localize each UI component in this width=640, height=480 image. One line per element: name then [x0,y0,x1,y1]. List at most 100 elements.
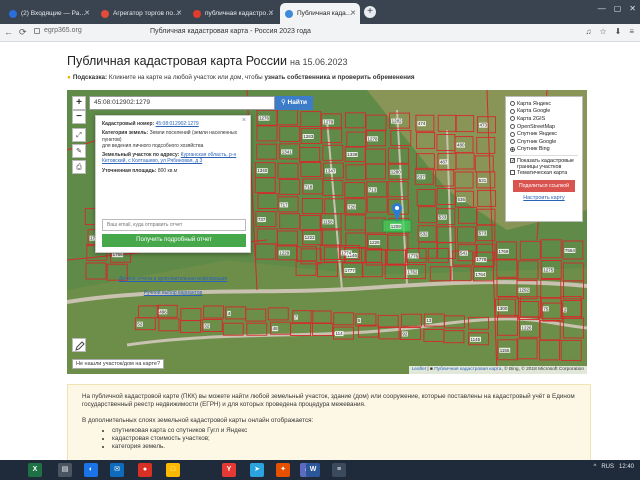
app-icon[interactable]: ● [138,463,152,477]
folder-icon[interactable]: □ [166,463,180,477]
mail-icon [9,9,17,18]
headphones-icon[interactable]: ♫ [585,27,591,36]
pencil-glyph [75,341,85,351]
parcel-number-label: 1769 [498,249,509,254]
parcel-number-label: 473 [480,123,488,128]
menu-icon[interactable]: ≡ [629,27,634,36]
area-row: Уточненная площадь: 800 кв.м [102,168,244,174]
pkk-link[interactable]: Публичная кадастровая карта [434,367,501,372]
window-controls: — ▢ ✕ [598,4,636,13]
parcel-number-label: 536 [458,197,466,202]
address-bar: ← ⟳ egrp365.org Публичная кадастровая ка… [0,24,640,42]
email-field[interactable] [102,219,246,231]
tab-rambler-mail[interactable]: (2) Входящие — Рамблер/ ✕ [4,3,94,24]
page-content: Публичная кадастровая карта России на 15.… [0,42,640,460]
tray-expand-icon[interactable]: ^ [593,464,596,470]
configure-map-link[interactable]: Настроить карту [510,195,578,201]
manual-select-link[interactable]: Ручной выбор вариантов [95,290,251,296]
checkbox-icon[interactable] [510,170,515,176]
print-button[interactable]: ⎙ [72,160,86,174]
url-field[interactable]: egrp365.org [34,27,82,34]
radio-selected-icon[interactable] [510,146,515,152]
excel-icon[interactable]: X [28,463,42,477]
close-icon[interactable]: ✕ [84,9,90,17]
reload-icon[interactable]: ⟳ [19,27,27,38]
map-attribution: Leaflet | ■ Публичная кадастровая карта,… [408,366,587,374]
address-page-title: Публичная кадастровая карта - Россия 202… [150,28,311,35]
pencil-shape [75,341,85,351]
telegram-icon[interactable]: ➤ [250,463,264,477]
layer-google-map[interactable]: Карта Google [510,108,578,116]
cadastral-search-input[interactable]: 45:08:012902:1279 [89,96,275,110]
search-button[interactable]: ⚲ Найти [275,96,313,110]
download-icon[interactable]: ⬇ [615,27,622,36]
radio-icon[interactable] [510,116,515,122]
tab-cadastral-search[interactable]: публичная кадастровая к ✕ [188,3,278,24]
close-window-icon[interactable]: ✕ [629,4,636,13]
checkbox-checked-icon[interactable]: ✓ [510,158,515,164]
layer-2gis-map[interactable]: Карта 2GIS [510,115,578,123]
parcel-number-label: 1764 [475,272,486,277]
bookmark-icon[interactable]: ☆ [599,27,606,36]
radio-icon[interactable] [510,101,515,107]
cadastral-map[interactable]: 1276 1279 1282 1283 1278 1341 1339 1340 1347 1280… [67,90,587,374]
word-icon[interactable]: W [306,463,320,477]
leaflet-link[interactable]: Leaflet [412,367,426,372]
url-text: egrp365.org [44,27,82,34]
layer-openstreetmap[interactable]: OpenStreetMap [510,123,578,131]
mail-icon[interactable]: ✉ [110,463,124,477]
radio-icon[interactable] [510,108,515,114]
page-title-text: Публичная кадастровая карта России [67,54,287,68]
minimize-icon[interactable]: — [598,4,606,13]
page-title-date: на 15.06.2023 [289,57,348,67]
tab-auction-aggregator[interactable]: Агрегатор торгов по бан ✕ [96,3,186,24]
close-icon[interactable]: ✕ [268,9,274,17]
show-boundaries-checkbox[interactable]: ✓ Показать кадастровые границы участков [510,158,578,170]
layer-yandex-map[interactable]: Карта Яндекс [510,100,578,108]
parcel-number-label: 1292 [519,288,530,293]
get-report-button[interactable]: Получить подробный отчет [102,234,246,247]
tab-label: Агрегатор торгов по бан [113,10,181,17]
parcel-number-label: 1762 [408,270,419,275]
layer-yandex-satellite[interactable]: Спутник Яндекс [510,130,578,138]
pencil-icon[interactable] [72,338,86,352]
tab-cadastral-map[interactable]: Публичная кадастровая ✕ [280,3,360,24]
close-icon[interactable]: ✕ [176,9,182,17]
radio-icon[interactable] [510,124,515,130]
back-icon[interactable]: ← [4,27,13,38]
zoom-in-button[interactable]: + [72,96,86,110]
parcel-number-label: 1155 [500,348,510,353]
fullscreen-button[interactable]: ⤢ [72,128,86,142]
files-icon[interactable]: ▤ [58,463,72,477]
parcel-number-label: 52 [137,322,143,327]
app-icon[interactable]: ✦ [276,463,290,477]
ruler-button[interactable]: ✎ [72,144,86,158]
parcel-number-label: 1283 [303,134,314,139]
edge-icon[interactable]: ◐ [84,463,98,477]
parcel-number-label: 533 [439,215,447,220]
close-icon[interactable]: × [242,117,246,124]
app-icon[interactable]: ≡ [332,463,346,477]
radio-icon[interactable] [510,139,515,145]
share-link-button[interactable]: Поделиться ссылкой [513,179,575,192]
new-tab-button[interactable]: + [364,6,376,18]
layer-google-satellite[interactable]: Спутник Google [510,138,578,146]
yandex-browser-icon[interactable]: Y [222,463,236,477]
report-details-link[interactable]: Детали отчета и дополнительная информаци… [95,276,251,282]
land-category-label: Категория земель: [102,130,149,137]
info-box: На публичной кадастровой карте (ПКК) вы … [67,384,591,460]
thematic-map-checkbox[interactable]: Тематическая карта [510,169,578,177]
clock[interactable]: 12:40 [619,464,634,470]
close-icon[interactable]: ✕ [350,9,356,17]
maximize-icon[interactable]: ▢ [614,4,622,13]
zoom-out-button[interactable]: − [72,110,86,124]
layer-label: Карта Google [517,108,551,115]
radio-icon[interactable] [510,131,515,137]
cadastral-number-link[interactable]: 45:08:012902:1279 [156,121,199,127]
keyboard-layout[interactable]: RUS [601,464,614,470]
parcel-number-label: 737 [258,217,266,222]
layer-label: Карта 2GIS [517,115,546,122]
layer-bing-satellite[interactable]: Спутник Bing [510,146,578,154]
page-title: Публичная кадастровая карта России на 15.… [67,54,348,68]
not-found-button[interactable]: Не нашли участок/дом на карте? [72,359,165,369]
